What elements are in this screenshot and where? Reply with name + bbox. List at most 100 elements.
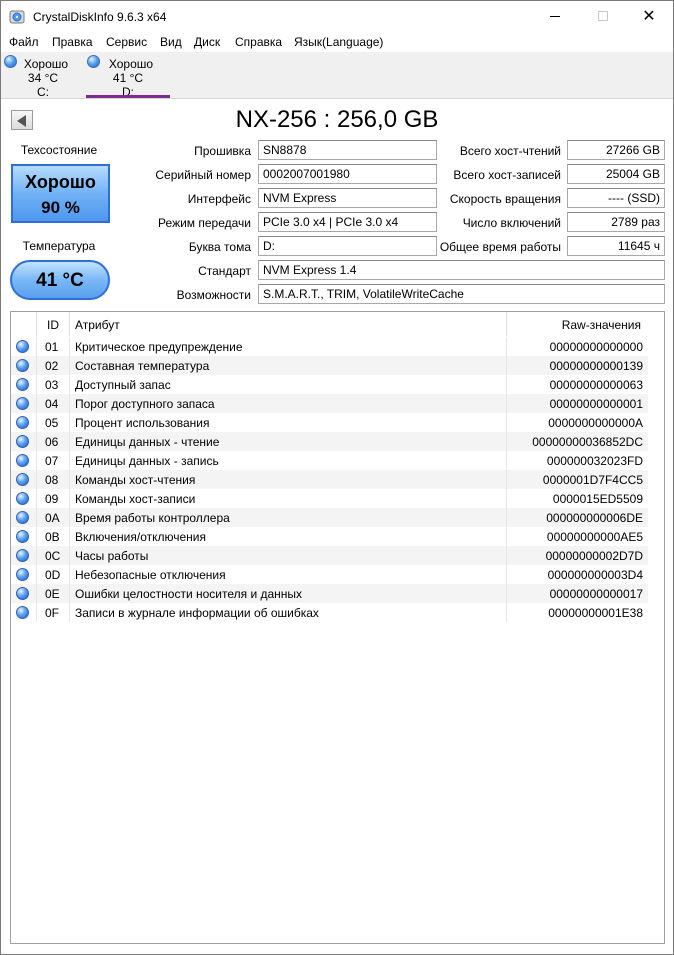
attribute-id: 06	[45, 435, 59, 449]
table-row[interactable]: 0C Часы работы 00000000002D7D	[11, 546, 648, 565]
row-divider	[36, 546, 37, 565]
close-button[interactable]: ✕	[626, 1, 672, 32]
row-divider	[69, 603, 70, 622]
transfer-mode-label: Режим передачи	[158, 216, 251, 230]
health-status: Хорошо	[25, 172, 96, 192]
attribute-raw-value: 00000000000001	[549, 397, 643, 411]
row-divider	[36, 489, 37, 508]
table-row[interactable]: 0D Небезопасные отключения 000000000003D4	[11, 565, 648, 584]
table-row[interactable]: 09 Команды хост-записи 0000015ED5509	[11, 489, 648, 508]
features-label: Возможности	[176, 288, 251, 302]
serial-label: Серийный номер	[155, 168, 251, 182]
row-divider	[69, 527, 70, 546]
menu-disk[interactable]: Диск	[194, 35, 220, 49]
row-divider	[36, 508, 37, 527]
row-divider	[506, 470, 507, 489]
disk-tab-letter: C:	[37, 85, 49, 99]
attribute-name: Команды хост-записи	[75, 492, 196, 506]
attribute-name: Часы работы	[75, 549, 149, 563]
attribute-id: 0E	[45, 587, 60, 601]
table-row[interactable]: 06 Единицы данных - чтение 00000000036852D…	[11, 432, 648, 451]
row-divider	[506, 356, 507, 375]
table-row[interactable]: 08 Команды хост-чтения 0000001D7F4CC5	[11, 470, 648, 489]
table-row[interactable]: 0A Время работы контроллера 000000000006DE	[11, 508, 648, 527]
row-divider	[69, 375, 70, 394]
row-divider	[69, 337, 70, 356]
menu-language[interactable]: Язык(Language)	[294, 35, 383, 49]
row-divider	[69, 432, 70, 451]
column-header-raw[interactable]: Raw-значения	[562, 318, 641, 332]
attribute-name: Небезопасные отключения	[75, 568, 226, 582]
attribute-name: Доступный запас	[75, 378, 171, 392]
minimize-icon	[550, 16, 560, 17]
transfer-mode-value: PCIe 3.0 x4 | PCIe 3.0 x4	[258, 212, 437, 232]
disk-tab-c[interactable]: Хорошо 34 °C C:	[3, 54, 83, 99]
table-row[interactable]: 01 Критическое предупреждение 000000000000…	[11, 337, 648, 356]
attribute-id: 0A	[45, 511, 60, 525]
disk-tab-d[interactable]: Хорошо 41 °C D:	[86, 54, 170, 99]
row-divider	[69, 584, 70, 603]
status-good-icon	[16, 587, 29, 600]
temperature-badge[interactable]: 41 °C	[10, 260, 110, 300]
table-row[interactable]: 04 Порог доступного запаса 00000000000001	[11, 394, 648, 413]
host-writes-label: Всего хост-записей	[453, 168, 561, 182]
standard-value: NVM Express 1.4	[258, 260, 665, 280]
firmware-label: Прошивка	[194, 144, 251, 158]
attribute-id: 0C	[45, 549, 61, 563]
table-row[interactable]: 02 Составная температура 00000000000139	[11, 356, 648, 375]
drive-letter-label: Буква тома	[188, 240, 251, 254]
menu-view[interactable]: Вид	[160, 35, 182, 49]
attribute-name: Ошибки целостности носителя и данных	[75, 587, 303, 601]
attribute-raw-value: 00000000002D7D	[545, 549, 643, 563]
drive-letter-value: D:	[258, 236, 437, 256]
row-divider	[506, 584, 507, 603]
health-status-badge[interactable]: Хорошо 90 %	[11, 164, 110, 223]
attribute-name: Включения/отключения	[75, 530, 206, 544]
column-divider[interactable]	[36, 312, 37, 336]
column-divider[interactable]	[506, 312, 507, 336]
row-divider	[36, 413, 37, 432]
features-value: S.M.A.R.T., TRIM, VolatileWriteCache	[258, 284, 665, 304]
disk-tab-temp: 34 °C	[27, 71, 59, 85]
app-window: CrystalDiskInfo 9.6.3 x64 ✕ Файл Правка …	[0, 0, 674, 955]
menu-file[interactable]: Файл	[9, 35, 39, 49]
row-divider	[69, 394, 70, 413]
table-row[interactable]: 05 Процент использования 0000000000000A	[11, 413, 648, 432]
host-reads-label: Всего хост-чтений	[459, 144, 561, 158]
row-divider	[506, 603, 507, 622]
status-good-icon	[16, 416, 29, 429]
menu-help[interactable]: Справка	[235, 35, 282, 49]
attribute-id: 05	[45, 416, 59, 430]
column-divider[interactable]	[69, 312, 70, 336]
smart-attributes-table[interactable]: ID Атрибут Raw-значения 01 Критическое пр…	[10, 311, 665, 944]
status-good-icon	[16, 530, 29, 543]
row-divider	[506, 337, 507, 356]
row-divider	[69, 413, 70, 432]
table-row[interactable]: 0B Включения/отключения 00000000000AE5	[11, 527, 648, 546]
attribute-id: 07	[45, 454, 59, 468]
status-good-icon	[16, 511, 29, 524]
maximize-button[interactable]	[580, 1, 626, 32]
table-row[interactable]: 07 Единицы данных - запись 000000032023FD	[11, 451, 648, 470]
status-good-icon	[16, 606, 29, 619]
attribute-id: 04	[45, 397, 59, 411]
column-header-id[interactable]: ID	[47, 318, 59, 332]
row-divider	[36, 375, 37, 394]
status-good-icon	[16, 473, 29, 486]
menu-edit[interactable]: Правка	[52, 35, 93, 49]
row-divider	[506, 451, 507, 470]
menu-service[interactable]: Сервис	[106, 35, 147, 49]
row-divider	[36, 337, 37, 356]
row-divider	[69, 565, 70, 584]
column-header-attribute[interactable]: Атрибут	[75, 318, 120, 332]
title-bar[interactable]: CrystalDiskInfo 9.6.3 x64 ✕	[1, 1, 673, 32]
attribute-raw-value: 00000000000139	[549, 359, 643, 373]
attribute-id: 02	[45, 359, 59, 373]
minimize-button[interactable]	[532, 1, 578, 32]
table-row[interactable]: 0F Записи в журнале информации об ошибках…	[11, 603, 648, 622]
status-good-icon	[16, 549, 29, 562]
firmware-value: SN8878	[258, 140, 437, 160]
table-row[interactable]: 03 Доступный запас 00000000000063	[11, 375, 648, 394]
health-label: Техсостояние	[20, 143, 98, 157]
table-row[interactable]: 0E Ошибки целостности носителя и данных 00…	[11, 584, 648, 603]
